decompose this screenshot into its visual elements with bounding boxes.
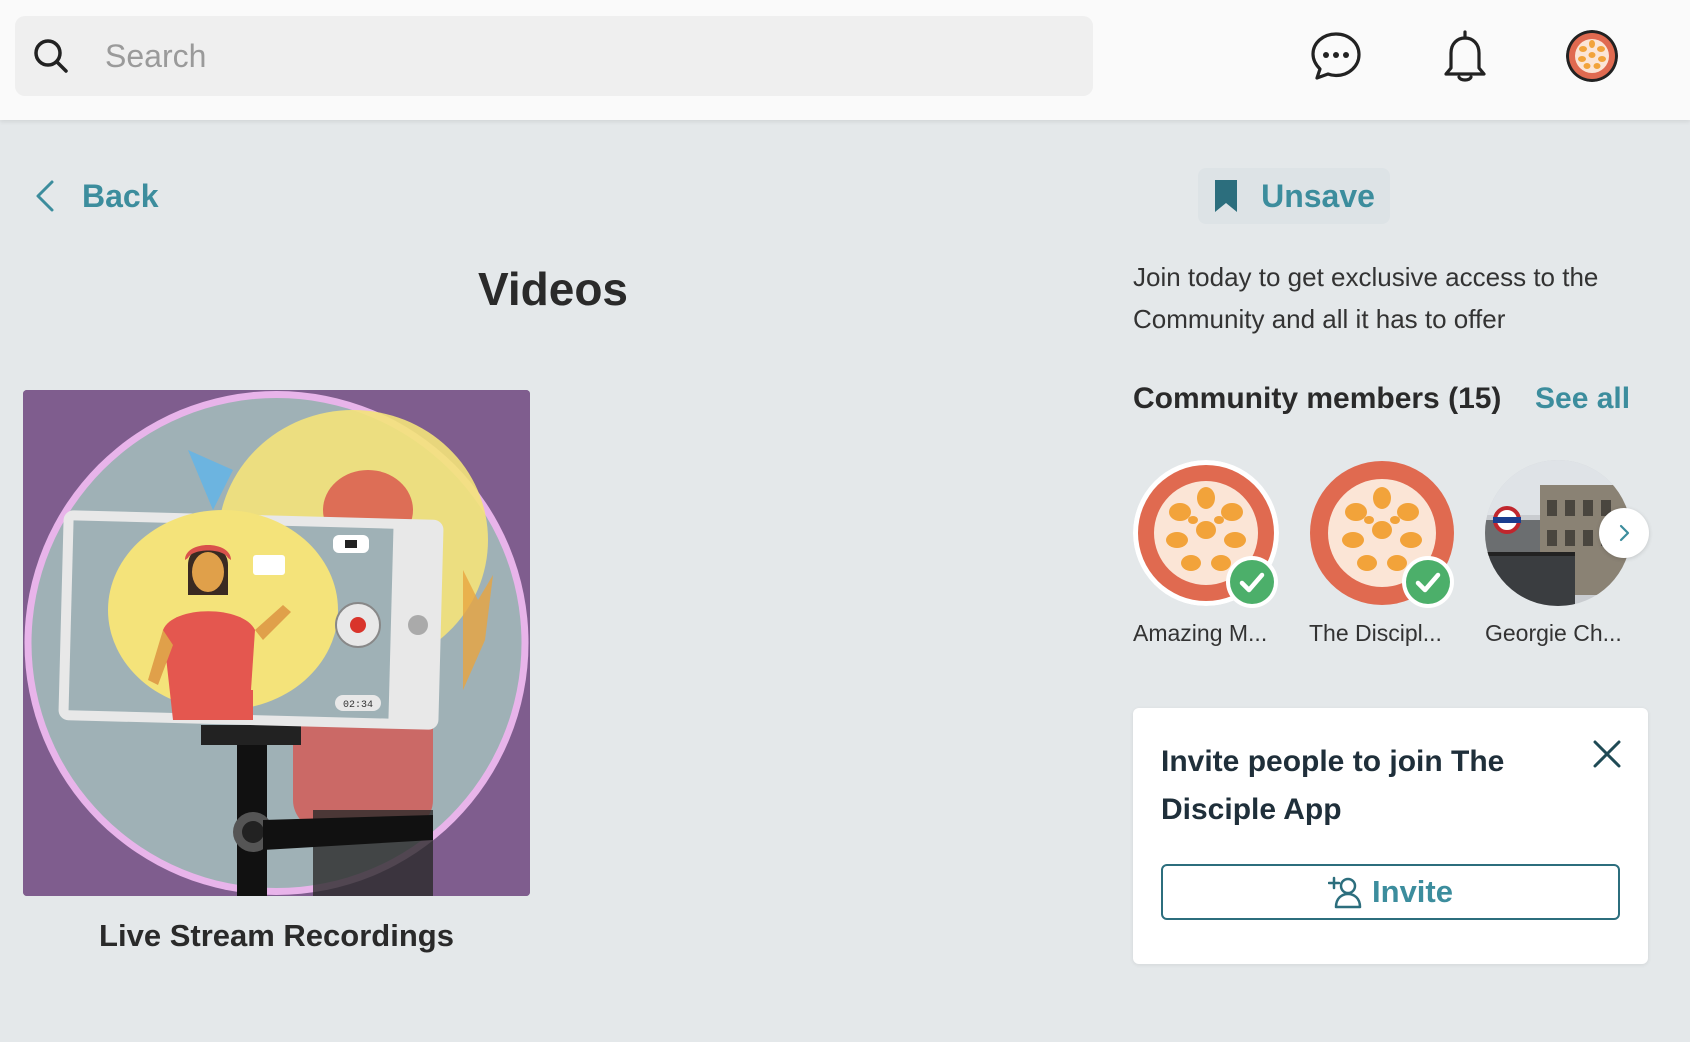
card-thumbnail-timestamp: 02:34 [343,700,373,711]
video-collection-card[interactable]: 02:34 Live Stream Recordings [23,390,530,954]
member-item[interactable]: Amazing M... [1133,460,1279,647]
invite-button[interactable]: Invite [1161,864,1620,920]
invite-button-label: Invite [1372,874,1453,909]
member-name: Georgie Ch... [1485,620,1622,646]
back-button[interactable]: Back [32,172,159,220]
member-item[interactable]: The Discipl... [1309,460,1455,647]
unsave-label: Unsave [1261,177,1375,214]
bookmark-icon [1215,180,1238,212]
card-thumbnail: 02:34 [23,390,530,896]
member-name: Amazing M... [1133,620,1268,646]
profile-avatar[interactable] [1566,30,1618,82]
invite-card: Invite people to join The Disciple App I… [1133,708,1648,964]
bell-icon[interactable] [1437,28,1493,84]
invite-title: Invite people to join The Disciple App [1161,745,1505,826]
see-all-link[interactable]: See all [1535,382,1630,416]
card-title: Live Stream Recordings [99,918,454,953]
chevron-left-icon [36,180,54,212]
community-members-title: Community members (15) [1133,382,1502,415]
carousel-next-button[interactable] [1599,508,1649,558]
unsave-button[interactable]: Unsave [1198,168,1390,224]
verified-check-icon [1226,556,1278,608]
add-user-icon [1328,876,1362,909]
chevron-right-icon [1619,524,1630,542]
search-icon [34,39,68,73]
top-bar [0,0,1690,120]
search-bar[interactable] [15,16,1093,96]
back-label: Back [82,177,159,214]
join-description: Join today to get exclusive access to th… [1133,262,1599,334]
page-title: Videos [478,263,628,315]
search-input[interactable] [105,34,1065,78]
verified-check-icon [1402,556,1454,608]
close-icon[interactable] [1587,734,1627,774]
member-name: The Discipl... [1309,620,1442,646]
chat-icon[interactable] [1308,28,1364,84]
